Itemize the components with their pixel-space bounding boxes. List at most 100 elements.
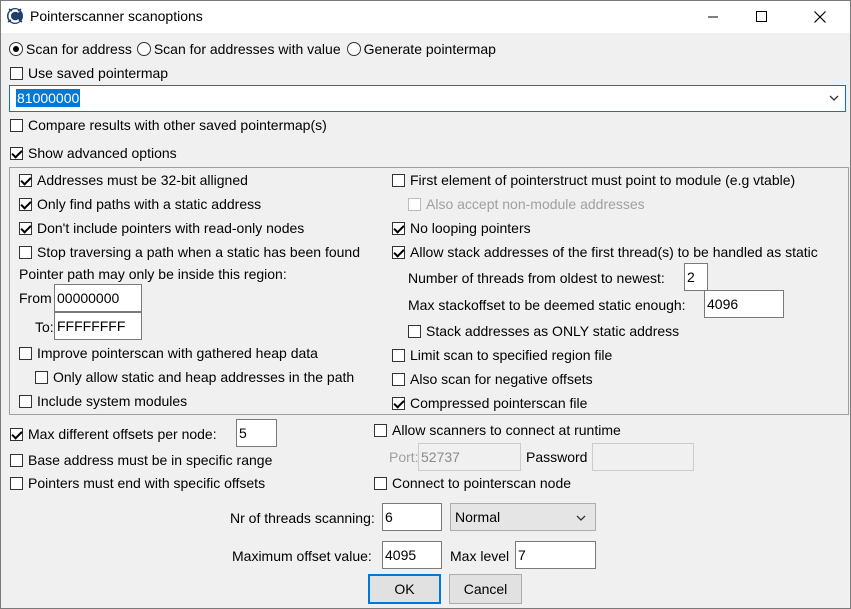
checkbox-indicator[interactable]	[392, 372, 405, 386]
port-input[interactable]: 52737	[418, 443, 521, 471]
first-element-module-checkbox[interactable]: First element of pointerstruct must poin…	[392, 170, 795, 190]
base-range-checkbox[interactable]: Base address must be in specific range	[10, 450, 272, 470]
max-offsets-input[interactable]: 5	[236, 419, 277, 447]
system-modules-checkbox[interactable]: Include system modules	[19, 391, 187, 411]
checkbox-indicator[interactable]	[10, 476, 23, 490]
limit-region-checkbox[interactable]: Limit scan to specified region file	[392, 345, 612, 365]
checkbox-indicator[interactable]	[19, 245, 32, 259]
checkbox-indicator[interactable]	[19, 221, 32, 235]
cheat-engine-icon	[7, 8, 23, 24]
stack-only-checkbox[interactable]: Stack addresses as ONLY static address	[408, 321, 679, 341]
checkbox-label: Include system modules	[37, 393, 188, 409]
address-combobox[interactable]: 81000000	[9, 85, 846, 112]
checkbox-label: Show advanced options	[28, 145, 177, 161]
stop-static-checkbox[interactable]: Stop traversing a path when a static has…	[19, 242, 360, 262]
checkbox-indicator[interactable]	[10, 453, 23, 467]
connect-node-checkbox[interactable]: Connect to pointerscan node	[374, 473, 571, 493]
checkbox-indicator[interactable]	[10, 427, 23, 441]
minimize-icon	[707, 16, 718, 18]
max-offset-input[interactable]: 4095	[382, 541, 442, 569]
close-button[interactable]	[797, 0, 843, 33]
compare-results-checkbox[interactable]: Compare results with other saved pointer…	[10, 115, 327, 135]
port-label: Port:	[389, 449, 419, 465]
max-level-input[interactable]: 7	[515, 541, 596, 569]
end-offsets-checkbox[interactable]: Pointers must end with specific offsets	[10, 473, 265, 493]
radio-generate-pointermap[interactable]: Generate pointermap	[346, 39, 496, 59]
checkbox-label: Pointers must end with specific offsets	[28, 475, 266, 491]
checkbox-indicator[interactable]	[10, 146, 23, 160]
max-offsets-checkbox[interactable]: Max different offsets per node:	[10, 424, 217, 444]
maximize-icon	[755, 11, 767, 22]
show-advanced-checkbox[interactable]: Show advanced options	[10, 143, 177, 163]
threads-scanning-input[interactable]: 6	[382, 503, 442, 531]
checkbox-label: Improve pointerscan with gathered heap d…	[37, 345, 318, 361]
window-title: Pointerscanner scanoptions	[30, 8, 203, 24]
checkbox-indicator[interactable]	[19, 394, 32, 408]
radio-indicator[interactable]	[136, 42, 151, 56]
compressed-checkbox[interactable]: Compressed pointerscan file	[392, 393, 587, 413]
password-label: Password	[526, 449, 588, 465]
checkbox-label: Allow scanners to connect at runtime	[392, 422, 621, 438]
radio-label: Scan for address	[26, 41, 132, 57]
scan-mode-group: Scan for address Scan for addresses with…	[9, 39, 496, 59]
checkbox-indicator[interactable]	[392, 173, 405, 187]
threads-oldest-input[interactable]: 2	[684, 263, 708, 291]
address-combo-value: 81000000	[16, 89, 81, 107]
checkbox-label: Only allow static and heap addresses in …	[53, 369, 355, 385]
threads-scanning-label: Nr of threads scanning:	[230, 510, 375, 526]
region-from-input[interactable]: 00000000	[54, 284, 142, 312]
stack-addresses-checkbox[interactable]: Allow stack addresses of the first threa…	[392, 242, 818, 262]
checkbox-label: Compressed pointerscan file	[410, 395, 588, 411]
checkbox-label: Stack addresses as ONLY static address	[426, 323, 680, 339]
minimize-button[interactable]	[690, 0, 736, 33]
checkbox-label: Addresses must be 32-bit alligned	[37, 172, 248, 188]
checkbox-indicator[interactable]	[10, 66, 23, 80]
non-module-checkbox[interactable]: Also accept non-module addresses	[408, 194, 645, 214]
checkbox-indicator[interactable]	[392, 348, 405, 362]
checkbox-indicator[interactable]	[408, 324, 421, 338]
checkbox-label: Use saved pointermap	[28, 65, 169, 81]
use-saved-pointermap-checkbox[interactable]: Use saved pointermap	[10, 63, 168, 83]
cancel-button[interactable]: Cancel	[449, 574, 522, 604]
chevron-down-icon[interactable]	[828, 92, 840, 104]
checkbox-label: Limit scan to specified region file	[410, 347, 613, 363]
chevron-down-icon[interactable]	[575, 512, 587, 524]
static-only-checkbox[interactable]: Only find paths with a static address	[19, 194, 261, 214]
maximize-button[interactable]	[738, 0, 784, 33]
checkbox-indicator[interactable]	[408, 197, 421, 211]
checkbox-label: Also accept non-module addresses	[426, 196, 645, 212]
checkbox-indicator[interactable]	[10, 118, 23, 132]
region-to-input[interactable]: FFFFFFFF	[54, 312, 142, 340]
allow-scanners-checkbox[interactable]: Allow scanners to connect at runtime	[374, 420, 621, 440]
checkbox-indicator[interactable]	[19, 173, 32, 187]
negative-offsets-checkbox[interactable]: Also scan for negative offsets	[392, 369, 593, 389]
radio-indicator[interactable]	[9, 42, 23, 56]
checkbox-label: Don't include pointers with read-only no…	[37, 220, 305, 236]
no-looping-checkbox[interactable]: No looping pointers	[392, 218, 531, 238]
radio-scan-for-address[interactable]: Scan for address	[9, 39, 132, 59]
aligned-32bit-checkbox[interactable]: Addresses must be 32-bit alligned	[19, 170, 248, 190]
heap-data-checkbox[interactable]: Improve pointerscan with gathered heap d…	[19, 343, 318, 363]
no-readonly-checkbox[interactable]: Don't include pointers with read-only no…	[19, 218, 304, 238]
checkbox-indicator[interactable]	[392, 221, 405, 235]
static-heap-only-checkbox[interactable]: Only allow static and heap addresses in …	[35, 367, 354, 387]
password-input[interactable]	[592, 443, 694, 471]
close-icon	[814, 10, 826, 23]
checkbox-indicator[interactable]	[374, 476, 387, 490]
checkbox-label: Max different offsets per node:	[28, 426, 217, 442]
checkbox-indicator[interactable]	[35, 370, 48, 384]
checkbox-indicator[interactable]	[392, 245, 405, 259]
checkbox-indicator[interactable]	[392, 396, 405, 410]
radio-scan-for-value[interactable]: Scan for addresses with value	[136, 39, 341, 59]
thread-priority-value: Normal	[455, 509, 501, 525]
stackoffset-input[interactable]: 4096	[704, 290, 784, 318]
checkbox-indicator[interactable]	[19, 346, 32, 360]
threads-oldest-label: Number of threads from oldest to newest:	[408, 270, 665, 286]
radio-indicator[interactable]	[346, 42, 361, 56]
checkbox-indicator[interactable]	[374, 423, 387, 437]
checkbox-indicator[interactable]	[19, 197, 32, 211]
max-offset-label: Maximum offset value:	[232, 548, 372, 564]
checkbox-label: Connect to pointerscan node	[392, 475, 572, 491]
thread-priority-select[interactable]: Normal	[450, 503, 596, 531]
ok-button[interactable]: OK	[368, 574, 441, 604]
